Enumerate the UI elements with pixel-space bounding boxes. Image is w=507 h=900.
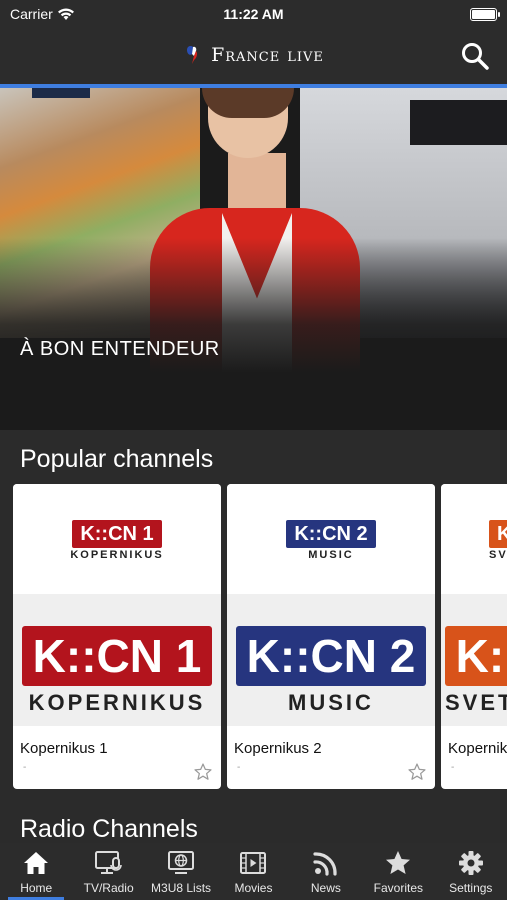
gear-icon — [458, 851, 483, 875]
channel-card[interactable]: K::CN 3 SVET K::CN 3 SVET Kopernikus 3 - — [441, 484, 507, 789]
channel-logo-large: K::CN 3 SVET — [445, 626, 507, 716]
globe-monitor-icon — [168, 851, 195, 874]
star-icon — [386, 851, 411, 874]
bottom-tab-bar: Home TV/Radio M3U8 Lists Movies News Fav… — [0, 843, 507, 900]
radio-channels-heading: Radio Channels — [20, 815, 198, 843]
channel-logo-large: K::CN 2 MUSIC — [227, 626, 435, 716]
channel-logo-small: K::CN 1 KOPERNIKUS — [13, 520, 221, 561]
tab-movies[interactable]: Movies — [217, 843, 289, 900]
channel-logo-small: K::CN 3 SVET — [489, 520, 507, 561]
app-brand: France live — [0, 44, 507, 66]
channel-subtitle: - — [451, 762, 455, 773]
status-bar: Carrier 11:22 AM — [0, 0, 507, 30]
home-icon — [24, 852, 49, 874]
popular-channels-heading: Popular channels — [20, 445, 214, 473]
battery-icon — [470, 8, 500, 21]
tab-tv-radio[interactable]: TV/Radio — [72, 843, 144, 900]
tab-m3u8-lists[interactable]: M3U8 Lists — [145, 843, 217, 900]
channel-card[interactable]: K::CN 1 KOPERNIKUS K::CN 1 KOPERNIKUS Ko… — [13, 484, 221, 789]
popular-channels-carousel[interactable]: K::CN 1 KOPERNIKUS K::CN 1 KOPERNIKUS Ko… — [13, 484, 507, 789]
app-title: France live — [211, 44, 324, 66]
channel-logo-large: K::CN 1 KOPERNIKUS — [13, 626, 221, 716]
channel-name: Kopernikus 3 — [448, 740, 507, 757]
tab-settings[interactable]: Settings — [435, 843, 507, 900]
channel-name: Kopernikus 2 — [234, 740, 322, 757]
tv-radio-icon — [94, 851, 122, 874]
tab-news[interactable]: News — [290, 843, 362, 900]
rss-icon — [313, 852, 337, 876]
tab-favorites[interactable]: Favorites — [362, 843, 434, 900]
film-icon — [240, 852, 267, 874]
france-flag-logo — [187, 46, 198, 64]
app-header: France live — [0, 30, 507, 84]
channel-subtitle: - — [237, 762, 241, 773]
channel-name: Kopernikus 1 — [20, 740, 108, 757]
search-icon[interactable] — [459, 40, 491, 72]
channel-logo-small: K::CN 2 MUSIC — [227, 520, 435, 561]
hero-banner[interactable]: À BON ENTENDEUR — [0, 88, 507, 430]
channel-subtitle: - — [23, 762, 27, 773]
hero-title: À BON ENTENDEUR — [20, 338, 220, 360]
status-time: 11:22 AM — [223, 6, 284, 22]
favorite-star-icon[interactable] — [407, 762, 427, 782]
favorite-star-icon[interactable] — [193, 762, 213, 782]
channel-card[interactable]: K::CN 2 MUSIC K::CN 2 MUSIC Kopernikus 2… — [227, 484, 435, 789]
tab-home[interactable]: Home — [0, 843, 72, 900]
